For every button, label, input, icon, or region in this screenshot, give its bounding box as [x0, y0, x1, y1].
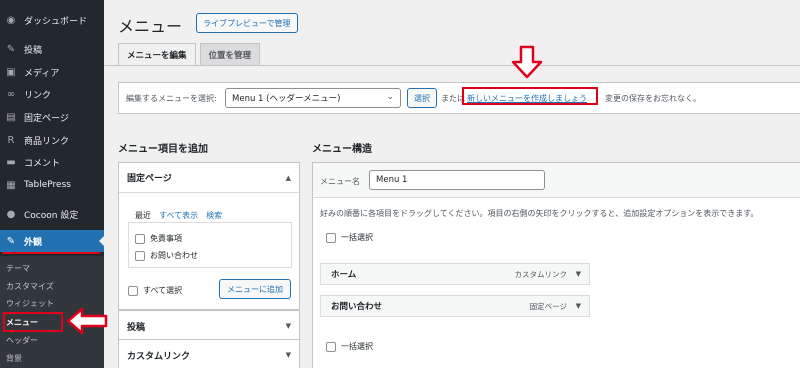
sidebar-item-comments[interactable]: ▬ コメント — [0, 151, 104, 173]
sidebar-item-product-links[interactable]: R 商品リンク — [0, 129, 104, 151]
custom-links-panel-title: カスタムリンク — [127, 351, 191, 362]
sidebar-item-dashboard[interactable]: ◉ ダッシュボード — [0, 9, 104, 31]
submenu-item-customize[interactable]: カスタマイズ — [6, 281, 54, 292]
sidebar-item-label: 外観 — [24, 237, 43, 248]
submenu-item-themes[interactable]: テーマ — [6, 263, 30, 274]
appearance-icon: ✎ — [6, 235, 16, 247]
sidebar-item-media[interactable]: ▣ メディア — [0, 61, 104, 83]
bulk-select-row-bottom[interactable]: 一括選択 — [326, 341, 373, 352]
table-icon: ▦ — [6, 179, 16, 191]
sidebar-item-links[interactable]: ∞ リンク — [0, 83, 104, 105]
menu-item-type: 固定ページ — [529, 301, 567, 311]
sidebar-item-label: メディア — [24, 68, 60, 79]
pages-panel-title: 固定ページ — [127, 174, 172, 184]
tab-recent[interactable]: 最近 — [135, 210, 151, 221]
submenu-item-widgets[interactable]: ウィジェット — [6, 298, 54, 309]
add-items-title: メニュー項目を追加 — [118, 144, 208, 155]
page-checkbox-row[interactable]: お問い合わせ — [135, 250, 198, 261]
pages-checklist: 免責事項 お問い合わせ — [128, 222, 292, 268]
menu-item-contact[interactable]: お問い合わせ 固定ページ ▼ — [320, 295, 590, 317]
sidebar-item-pages[interactable]: ▤ 固定ページ — [0, 106, 104, 128]
page-icon: ▤ — [6, 111, 16, 123]
product-link-icon: R — [7, 134, 15, 146]
menus-highlight-box — [3, 312, 63, 332]
pages-inner-tabs: 最近 すべて表示 検索 — [135, 210, 230, 221]
tab-manage-locations[interactable]: 位置を管理 — [199, 43, 261, 65]
sidebar-item-tablepress[interactable]: ▦ TablePress — [0, 174, 104, 196]
menu-structure-title: メニュー構造 — [312, 144, 372, 155]
nav-tabs: メニューを編集 位置を管理 — [118, 43, 264, 65]
sidebar-item-label: 固定ページ — [24, 113, 69, 124]
submenu-item-background[interactable]: 背景 — [6, 353, 22, 364]
collapse-arrow-icon[interactable]: ▲ — [286, 174, 291, 182]
highlight-underline — [2, 252, 100, 254]
menu-item-label: ホーム — [331, 270, 357, 280]
submenu-item-header[interactable]: ヘッダー — [6, 335, 38, 346]
sidebar-item-label: TablePress — [24, 180, 71, 190]
sidebar-item-cocoon[interactable]: ● Cocoon 設定 — [0, 203, 104, 225]
expand-arrow-icon[interactable]: ▼ — [576, 270, 581, 278]
page-label: 免責事項 — [150, 234, 182, 243]
bulk-select-label: 一括選択 — [341, 342, 373, 351]
tab-search[interactable]: 検索 — [206, 210, 222, 221]
live-preview-button[interactable]: ライブプレビューで管理 — [196, 13, 298, 33]
menu-item-type: カスタムリンク — [514, 269, 568, 279]
posts-panel-header[interactable]: 投稿 ▼ — [119, 311, 299, 341]
posts-panel-title: 投稿 — [127, 322, 146, 333]
select-all-checkbox[interactable] — [128, 285, 138, 296]
media-icon: ▣ — [6, 66, 16, 78]
pin-icon: ✎ — [6, 43, 16, 55]
checkbox[interactable] — [135, 250, 145, 261]
menu-select-dropdown[interactable]: Menu 1 (ヘッダーメニュー) ⌄ — [225, 88, 401, 108]
sidebar-item-appearance[interactable]: ✎ 外観 — [0, 230, 104, 252]
select-all-label: すべて選択 — [143, 286, 183, 295]
menu-item-home[interactable]: ホーム カスタムリンク ▼ — [320, 263, 590, 285]
sidebar-item-label: Cocoon 設定 — [24, 210, 79, 221]
sidebar-item-label: 投稿 — [24, 45, 43, 56]
sidebar-item-label: ダッシュボード — [24, 16, 88, 27]
tab-edit-menus[interactable]: メニューを編集 — [118, 43, 196, 65]
posts-panel: 投稿 ▼ — [118, 310, 300, 340]
select-button[interactable]: 選択 — [407, 88, 437, 108]
menu-name-label: メニュー名 — [320, 177, 360, 186]
cocoon-icon: ● — [6, 208, 16, 220]
page-title: メニュー — [118, 17, 183, 36]
expand-arrow-icon[interactable]: ▼ — [286, 351, 291, 359]
bulk-select-label: 一括選択 — [341, 233, 373, 242]
link-icon: ∞ — [6, 88, 16, 100]
sidebar-item-label: コメント — [24, 158, 61, 169]
menu-name-input[interactable]: Menu 1 — [369, 170, 545, 190]
add-to-menu-button[interactable]: メニューに追加 — [219, 279, 291, 299]
page-checkbox-row[interactable]: 免責事項 — [135, 233, 182, 244]
bulk-select-checkbox[interactable] — [326, 232, 336, 243]
dashboard-icon: ◉ — [6, 14, 16, 26]
menu-item-label: お問い合わせ — [331, 302, 383, 312]
custom-links-panel: カスタムリンク ▼ — [118, 339, 300, 368]
sidebar-item-posts[interactable]: ✎ 投稿 — [0, 38, 104, 60]
create-link-highlight-box — [462, 87, 598, 105]
menu-select-bar: 編集するメニューを選択: Menu 1 (ヘッダーメニュー) ⌄ 選択 または … — [118, 82, 800, 114]
select-all-row[interactable]: すべて選択 — [128, 285, 182, 296]
comment-icon: ▬ — [6, 156, 16, 168]
selected-menu-value: Menu 1 (ヘッダーメニュー) — [232, 94, 341, 104]
down-arrow-icon — [511, 45, 543, 79]
expand-arrow-icon[interactable]: ▼ — [286, 322, 291, 330]
chevron-down-icon: ⌄ — [386, 92, 394, 102]
tab-view-all[interactable]: すべて表示 — [159, 210, 198, 221]
bulk-select-checkbox[interactable] — [326, 341, 336, 352]
select-menu-label: 編集するメニューを選択: — [126, 94, 217, 103]
sidebar-item-label: 商品リンク — [24, 136, 70, 147]
sidebar-item-label: リンク — [24, 90, 52, 101]
page-label: お問い合わせ — [150, 251, 198, 260]
left-arrow-icon — [66, 307, 108, 335]
tab-divider — [104, 65, 800, 66]
checkbox[interactable] — [135, 233, 145, 244]
pages-panel-header[interactable]: 固定ページ ▲ — [119, 163, 299, 193]
save-reminder: 変更の保存をお忘れなく。 — [605, 94, 701, 103]
expand-arrow-icon[interactable]: ▼ — [576, 302, 581, 310]
custom-links-panel-header[interactable]: カスタムリンク ▼ — [119, 340, 299, 368]
drag-instructions: 好みの順番に各項目をドラッグしてください。項目の右側の矢印をクリックすると、追加… — [320, 209, 759, 218]
bulk-select-row[interactable]: 一括選択 — [326, 232, 373, 243]
